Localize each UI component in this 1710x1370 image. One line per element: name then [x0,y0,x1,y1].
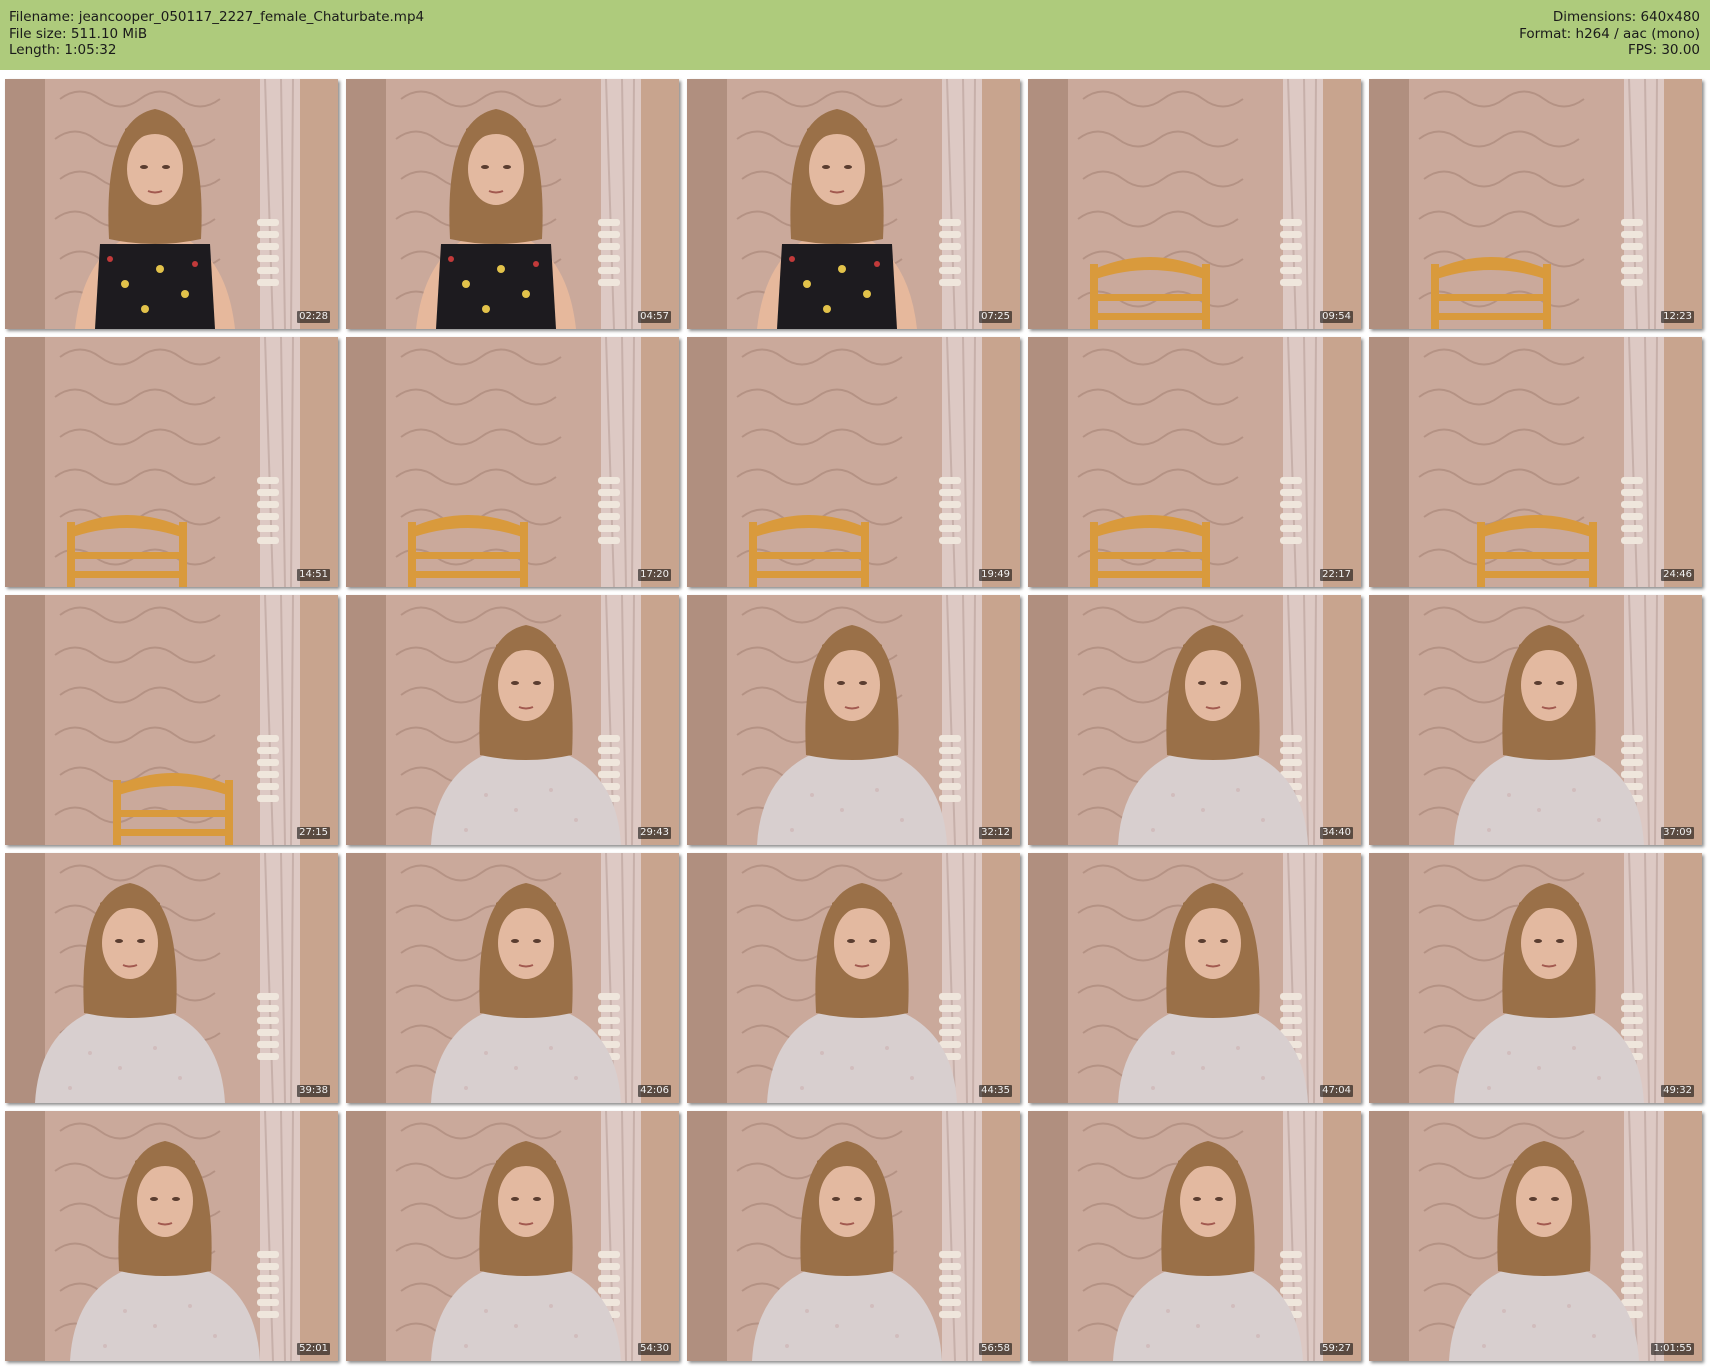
frame-timestamp: 54:30 [638,1343,671,1355]
frame-timestamp: 04:57 [638,311,671,323]
frame-thumbnail: 34:40 [1028,595,1361,845]
frame-timestamp: 22:17 [1320,569,1353,581]
frame-image [1028,853,1361,1103]
filesize-line: File size: 511.10 MiB [9,26,424,43]
frame-image [1028,595,1361,845]
dimensions-label: Dimensions: [1552,9,1637,25]
frame-image [346,1111,679,1361]
format-value: h264 / aac (mono) [1575,25,1700,42]
frame-thumbnail: 14:51 [5,337,338,587]
stream-info: Dimensions: 640x480 Format: h264 / aac (… [1519,9,1700,59]
frame-thumbnail: 02:28 [5,79,338,329]
frame-thumbnail: 27:15 [5,595,338,845]
format-line: Format: h264 / aac (mono) [1519,26,1700,43]
frame-thumbnail: 17:20 [346,337,679,587]
frame-timestamp: 07:25 [979,311,1012,323]
fps-line: FPS: 30.00 [1519,42,1700,59]
frame-timestamp: 09:54 [1320,311,1353,323]
frame-thumbnail: 39:38 [5,853,338,1103]
frame-thumbnail: 32:12 [687,595,1020,845]
frame-timestamp: 29:43 [638,827,671,839]
frame-timestamp: 19:49 [979,569,1012,581]
frame-thumbnail: 52:01 [5,1111,338,1361]
filename-label: Filename: [9,9,75,25]
frame-timestamp: 52:01 [297,1343,330,1355]
frame-thumbnail: 09:54 [1028,79,1361,329]
dimensions-value: 640x480 [1640,9,1700,25]
frame-image [687,595,1020,845]
frame-timestamp: 32:12 [979,827,1012,839]
frame-image [5,337,338,587]
frame-image [346,337,679,587]
frame-image [346,595,679,845]
format-label: Format: [1519,25,1572,42]
frame-timestamp: 02:28 [297,311,330,323]
frame-image [1369,595,1702,845]
frame-timestamp: 14:51 [297,569,330,581]
frame-timestamp: 37:09 [1661,827,1694,839]
frame-timestamp: 49:32 [1661,1085,1694,1097]
frame-timestamp: 24:46 [1661,569,1694,581]
frame-thumbnail: 42:06 [346,853,679,1103]
frame-timestamp: 44:35 [979,1085,1012,1097]
frame-thumbnail: 07:25 [687,79,1020,329]
frame-timestamp: 34:40 [1320,827,1353,839]
frame-thumbnail: 49:32 [1369,853,1702,1103]
frame-thumbnail: 37:09 [1369,595,1702,845]
frame-timestamp: 39:38 [297,1085,330,1097]
frame-thumbnail: 29:43 [346,595,679,845]
frame-thumbnail: 04:57 [346,79,679,329]
frame-thumbnail: 44:35 [687,853,1020,1103]
frame-image [1369,337,1702,587]
filesize-label: File size: [9,25,67,42]
frame-image [1028,1111,1361,1361]
filename-line: Filename: jeancooper_050117_2227_female_… [9,9,424,26]
frame-thumbnail: 22:17 [1028,337,1361,587]
frame-timestamp: 56:58 [979,1343,1012,1355]
frame-image [1369,79,1702,329]
frame-timestamp: 12:23 [1661,311,1694,323]
frame-thumbnail: 12:23 [1369,79,1702,329]
thumbnail-grid: 02:28 04:57 07:25 09:54 12:23 14:51 17:2… [5,79,1702,1361]
frame-image [1028,79,1361,329]
frame-image [5,79,338,329]
fps-value: 30.00 [1661,42,1700,58]
frame-thumbnail: 54:30 [346,1111,679,1361]
frame-image [1028,337,1361,587]
frame-timestamp: 27:15 [297,827,330,839]
frame-timestamp: 17:20 [638,569,671,581]
frame-thumbnail: 1:01:55 [1369,1111,1702,1361]
filename-value: jeancooper_050117_2227_female_Chaturbate… [78,9,425,25]
frame-image [687,1111,1020,1361]
frame-image [5,1111,338,1361]
frame-image [5,595,338,845]
frame-image [346,79,679,329]
frame-thumbnail: 56:58 [687,1111,1020,1361]
length-line: Length: 1:05:32 [9,42,424,59]
frame-thumbnail: 59:27 [1028,1111,1361,1361]
length-label: Length: [9,42,61,58]
frame-thumbnail: 19:49 [687,337,1020,587]
frame-image [687,79,1020,329]
filesize-value: 511.10 MiB [70,25,148,42]
frame-timestamp: 59:27 [1320,1343,1353,1355]
frame-image [1369,853,1702,1103]
dimensions-line: Dimensions: 640x480 [1519,9,1700,26]
info-header: Filename: jeancooper_050117_2227_female_… [0,0,1710,70]
frame-image [687,337,1020,587]
frame-timestamp: 1:01:55 [1651,1343,1694,1355]
frame-image [346,853,679,1103]
length-value: 1:05:32 [64,42,117,58]
frame-timestamp: 42:06 [638,1085,671,1097]
frame-thumbnail: 24:46 [1369,337,1702,587]
frame-thumbnail: 47:04 [1028,853,1361,1103]
frame-timestamp: 47:04 [1320,1085,1353,1097]
frame-image [1369,1111,1702,1361]
frame-image [687,853,1020,1103]
frame-image [5,853,338,1103]
fps-label: FPS: [1628,42,1658,58]
file-info: Filename: jeancooper_050117_2227_female_… [9,9,424,59]
